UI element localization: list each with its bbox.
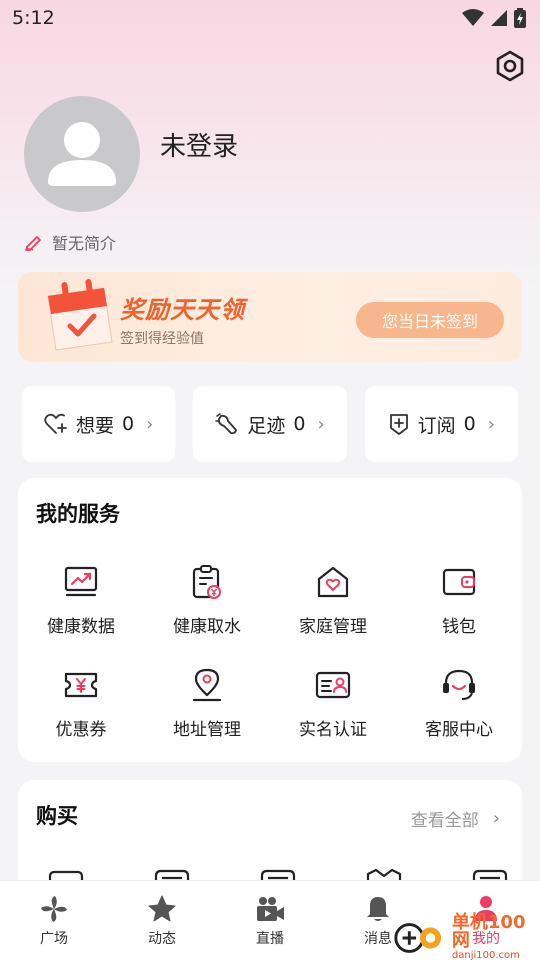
- service-health-data[interactable]: 健康数据: [18, 562, 144, 637]
- services-card: 我的服务 健康数据 健康取水 家庭管理 钱包 优惠券 地址管理 实名认证 客服中…: [18, 478, 522, 762]
- settings-button[interactable]: [492, 48, 528, 84]
- tab-feed[interactable]: 动态: [108, 881, 216, 960]
- quick-links: 想要 0 › 足迹 0 › 订阅 0 ›: [22, 386, 518, 462]
- view-all-label: 查看全部: [410, 811, 479, 831]
- tab-label: 广场: [40, 930, 68, 947]
- wallet-icon: [442, 568, 476, 596]
- service-label: 健康取水: [173, 617, 241, 637]
- chevron-right-icon: ›: [487, 413, 495, 435]
- headset-icon: [443, 669, 475, 700]
- video-camera-icon: [257, 896, 284, 921]
- chevron-right-icon: ›: [146, 413, 154, 435]
- status-icons: [462, 8, 526, 28]
- chevron-right-icon: ›: [492, 808, 500, 829]
- service-address[interactable]: 地址管理: [144, 665, 270, 740]
- coupon-icon: [64, 672, 98, 698]
- signin-button[interactable]: 您当日未签到: [356, 302, 504, 338]
- services-grid: 健康数据 健康取水 家庭管理 钱包 优惠券 地址管理 实名认证 客服中心: [18, 562, 522, 740]
- quick-link-label: 足迹: [247, 414, 286, 437]
- view-all-link[interactable]: 查看全部 ›: [411, 806, 500, 831]
- tab-label: 直播: [256, 930, 284, 947]
- bio-row[interactable]: 暂无简介: [24, 230, 116, 254]
- service-label: 家庭管理: [299, 617, 367, 637]
- gear-icon: [496, 50, 524, 82]
- cell-signal-icon: [491, 10, 507, 26]
- quick-link-subscribe[interactable]: 订阅 0 ›: [364, 386, 518, 462]
- signin-banner[interactable]: 奖励天天领 签到得经验值 您当日未签到: [18, 272, 522, 362]
- status-bar: 5:12: [0, 0, 540, 36]
- quick-link-label: 订阅: [417, 414, 456, 437]
- pinwheel-icon: [41, 895, 67, 922]
- edit-pencil-icon: [24, 236, 41, 251]
- footprint-icon: [215, 413, 238, 435]
- services-title: 我的服务: [36, 502, 120, 526]
- signin-subtitle: 签到得经验值: [120, 331, 204, 347]
- service-label: 优惠券: [55, 720, 107, 740]
- signin-title: 奖励天天领: [120, 296, 245, 324]
- service-realname[interactable]: 实名认证: [270, 665, 396, 740]
- tab-label: 动态: [148, 930, 176, 947]
- purchase-title: 购买: [36, 804, 78, 828]
- battery-icon: [514, 8, 526, 28]
- default-avatar-icon: [48, 122, 116, 186]
- quick-link-footprint[interactable]: 足迹 0 ›: [193, 386, 347, 462]
- service-label: 地址管理: [173, 720, 241, 740]
- service-label: 健康数据: [47, 617, 115, 637]
- quick-link-count: 0: [122, 413, 135, 435]
- subscribe-icon: [389, 414, 408, 435]
- service-wallet[interactable]: 钱包: [396, 562, 522, 637]
- watermark-url: danji100.com: [451, 950, 520, 960]
- service-label: 客服中心: [425, 720, 493, 740]
- bio-text: 暂无简介: [52, 234, 117, 253]
- quick-link-want[interactable]: 想要 0 ›: [22, 386, 176, 462]
- tab-label: 消息: [364, 930, 392, 947]
- service-label: 实名认证: [299, 720, 367, 740]
- avatar[interactable]: [24, 96, 140, 212]
- heart-plus-icon: [44, 413, 67, 434]
- id-card-icon: [315, 671, 351, 699]
- tab-plaza[interactable]: 广场: [0, 881, 108, 960]
- clipboard-yen-icon: [192, 565, 221, 599]
- chart-icon: [64, 566, 98, 597]
- username[interactable]: 未登录: [160, 126, 238, 163]
- quick-link-count: 0: [293, 413, 306, 435]
- house-heart-icon: [317, 566, 349, 598]
- wifi-icon: [462, 9, 484, 26]
- location-pin-icon: [192, 668, 222, 702]
- service-support[interactable]: 客服中心: [396, 665, 522, 740]
- quick-link-label: 想要: [76, 414, 115, 437]
- watermark-text: 单机100网: [451, 912, 526, 951]
- status-time: 5:12: [12, 7, 55, 29]
- bell-icon: [367, 896, 389, 921]
- service-coupons[interactable]: 优惠券: [18, 665, 144, 740]
- quick-link-count: 0: [463, 413, 476, 435]
- service-health-water[interactable]: 健康取水: [144, 562, 270, 637]
- tab-live[interactable]: 直播: [216, 881, 324, 960]
- watermark-logo-icon: [394, 922, 442, 953]
- service-label: 钱包: [442, 617, 476, 637]
- service-family[interactable]: 家庭管理: [270, 562, 396, 637]
- chevron-right-icon: ›: [317, 413, 325, 435]
- star-icon: [148, 895, 176, 921]
- watermark: 单机100网 danji100.com: [392, 914, 540, 960]
- calendar-check-icon: [47, 279, 113, 351]
